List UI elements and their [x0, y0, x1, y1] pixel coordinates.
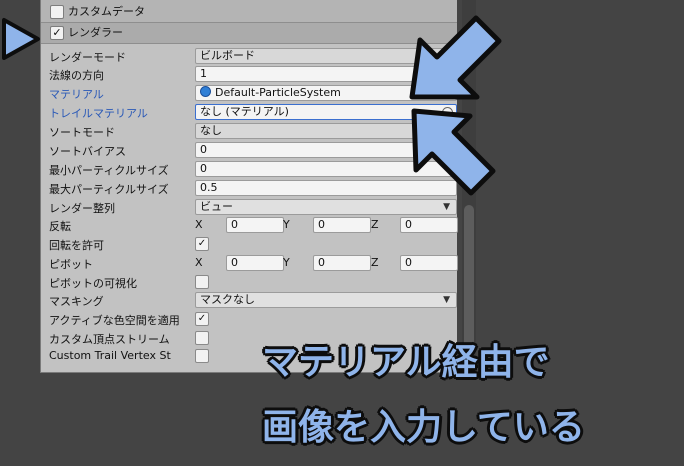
arrow-to-material-icon: [409, 15, 502, 100]
arrow-to-trail-material-icon: [411, 108, 496, 196]
caption-line-2: 画像を入力している: [262, 407, 585, 448]
pointer-triangle-icon: [2, 18, 40, 60]
caption-line-1: マテリアル経由で: [262, 342, 550, 383]
annotation-overlay: [2, 15, 502, 196]
